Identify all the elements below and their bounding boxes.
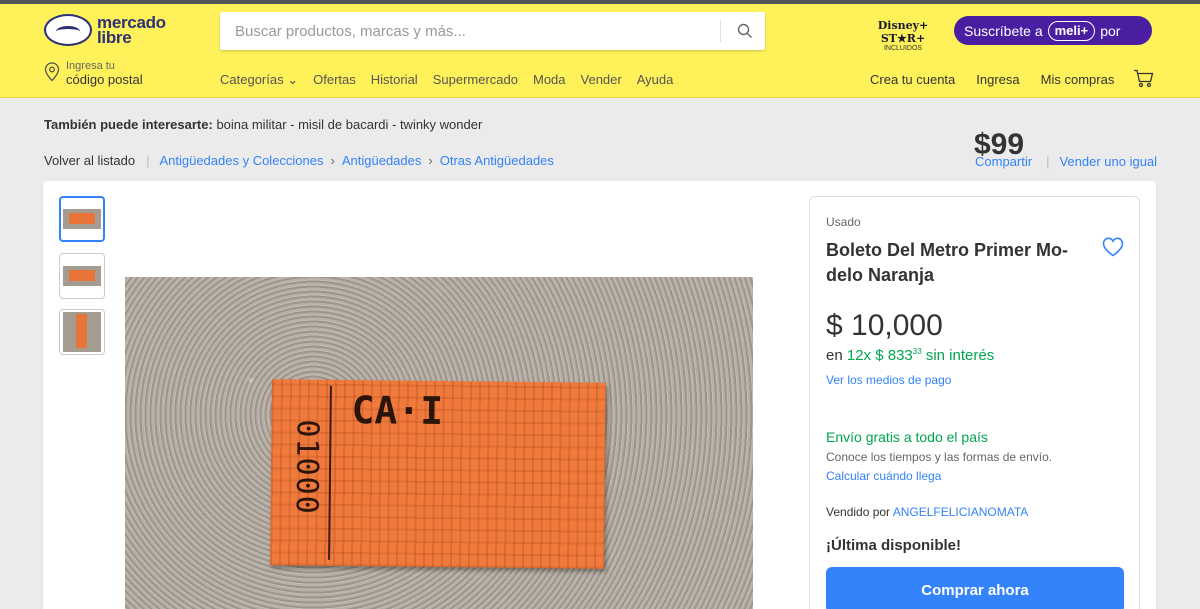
postal-label-bottom: código postal [66, 72, 143, 87]
product-price: $ 10,000 [826, 309, 943, 342]
meli-plus-subscribe-button[interactable]: Suscríbete a meli+ por $99 [954, 16, 1152, 161]
nav-ayuda[interactable]: Ayuda [637, 72, 674, 88]
promo-suffix: por [1100, 22, 1121, 39]
product-main-image[interactable]: CA·I 01000 [125, 277, 753, 609]
seller-info: Vendido por ANGELFELICIANOMATA [826, 505, 1028, 519]
main-nav: Categorías ⌄ Ofertas Historial Supermerc… [220, 72, 673, 88]
meli-plus-badge: meli+ [1047, 20, 1096, 41]
handshake-icon [44, 14, 92, 46]
orange-ticket: CA·I 01000 [270, 379, 606, 569]
gallery-thumbnail-2[interactable] [59, 253, 105, 299]
site-header: mercado libre Disney+ ST★R+ INCLUIDOS Su… [0, 4, 1200, 161]
nav-categorias[interactable]: Categorías ⌄ [220, 72, 298, 88]
logo-text-line2: libre [97, 28, 132, 47]
installments-cents: 33 [912, 347, 922, 356]
breadcrumb-separator: | [146, 153, 150, 168]
mercadolibre-logo[interactable]: mercado libre [44, 14, 166, 46]
disney-star-logo: Disney+ ST★R+ [877, 19, 929, 45]
buy-now-button[interactable]: Comprar ahora [826, 567, 1124, 609]
search-icon [737, 23, 752, 38]
account-nav: Crea tu cuenta Ingresa Mis compras [870, 72, 1135, 87]
postal-code-button[interactable]: Ingresa tu código postal [44, 60, 143, 86]
thumbnail-image [63, 312, 101, 352]
gallery-thumbnail-1[interactable] [59, 196, 105, 242]
installments-suffix: sin interés [925, 347, 995, 364]
also-interested-links[interactable]: boina militar - misil de bacardi - twink… [216, 117, 482, 132]
also-interested-bar: También puede interesarte: boina militar… [44, 117, 482, 132]
cart-button[interactable] [1133, 69, 1154, 93]
seller-label: Vendido por [826, 505, 891, 519]
installments-prefix: en [826, 347, 843, 364]
stock-status: ¡Última disponible! [826, 537, 961, 554]
free-shipping-label: Envío gratis a todo el país [826, 429, 988, 445]
breadcrumb-item-antiguedades-colecciones[interactable]: Antigüedades y Colecciones [159, 153, 323, 168]
my-purchases-link[interactable]: Mis compras [1041, 72, 1115, 87]
installments-amount: 12x $ 83333 sin interés [847, 347, 994, 364]
sell-same-link[interactable]: Vender uno igual [1059, 154, 1157, 169]
seller-name-link[interactable]: ANGELFELICIANOMATA [893, 505, 1029, 519]
nav-historial[interactable]: Historial [371, 72, 418, 88]
ticket-divider [328, 385, 332, 560]
ticket-code: CA·I [351, 388, 444, 434]
product-title: Boleto Del Metro Primer Mo-delo Naranja [826, 240, 1069, 285]
also-interested-label: También puede interesarte: [44, 117, 213, 132]
search-input[interactable] [220, 12, 710, 50]
nav-ofertas[interactable]: Ofertas [313, 72, 356, 88]
breadcrumb-item-antiguedades[interactable]: Antigüedades [342, 153, 422, 168]
nav-supermercado[interactable]: Supermercado [433, 72, 518, 88]
nav-moda[interactable]: Moda [533, 72, 566, 88]
thumbnail-image [63, 209, 101, 229]
calculate-delivery-link[interactable]: Calcular cuándo llega [826, 469, 941, 483]
nav-vender[interactable]: Vender [581, 72, 622, 88]
item-condition: Usado [826, 215, 861, 229]
back-to-list-link[interactable]: Volver al listado [44, 153, 135, 168]
shipping-info: Conoce los tiempos y las formas de envío… [826, 450, 1053, 464]
share-actions: Compartir | Vender uno igual [975, 154, 1157, 169]
favorite-button[interactable] [1102, 237, 1124, 262]
location-pin-icon [44, 62, 60, 82]
buy-box: Usado Boleto Del Metro Primer Mo-delo Na… [809, 196, 1140, 609]
breadcrumb: Volver al listado | Antigüedades y Colec… [44, 153, 554, 168]
gallery-thumbnail-3[interactable] [59, 309, 105, 355]
heart-icon [1102, 237, 1124, 257]
create-account-link[interactable]: Crea tu cuenta [870, 72, 955, 87]
installments: en 12x $ 83333 sin interés [826, 347, 994, 364]
search-divider [720, 20, 721, 42]
logo-text: mercado libre [97, 14, 166, 47]
search-button[interactable] [725, 12, 765, 50]
disney-star-promo[interactable]: Disney+ ST★R+ INCLUIDOS [858, 19, 948, 52]
chevron-right-icon: › [428, 153, 433, 168]
disney-included-label: INCLUIDOS [883, 45, 923, 52]
share-separator: | [1046, 154, 1050, 169]
payment-methods-link[interactable]: Ver los medios de pago [826, 373, 951, 387]
thumbnail-image [63, 266, 101, 286]
promo-prefix: Suscríbete a [964, 22, 1043, 39]
share-link[interactable]: Compartir [975, 154, 1032, 169]
login-link[interactable]: Ingresa [976, 72, 1019, 87]
ticket-number: 01000 [288, 419, 325, 515]
installments-value: 12x $ 833 [846, 347, 913, 364]
chevron-right-icon: › [330, 153, 335, 168]
product-card: CA·I 01000 Usado Boleto Del Metro Primer… [43, 181, 1156, 609]
breadcrumb-item-otras-antiguedades[interactable]: Otras Antigüedades [440, 153, 554, 168]
search-bar [220, 12, 765, 50]
cart-icon [1134, 69, 1154, 88]
